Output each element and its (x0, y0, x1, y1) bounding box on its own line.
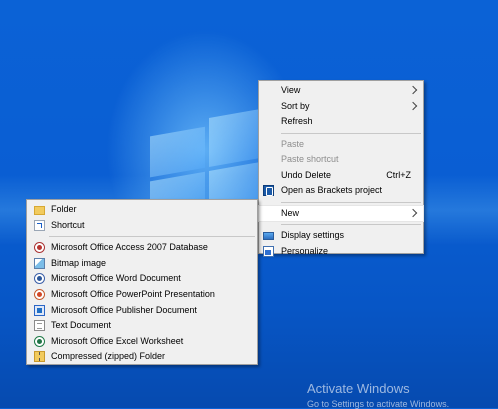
menu-item-label: Undo Delete (281, 169, 332, 180)
menu-item-view[interactable]: View (259, 83, 423, 99)
excel-icon (34, 335, 45, 347)
menu-item-paste[interactable]: Paste (259, 137, 423, 153)
menu-item-label: Sort by (281, 100, 310, 111)
menu-item-personalize[interactable]: Personalize (259, 244, 423, 260)
submenu-item-access-database[interactable]: Microsoft Office Access 2007 Database (27, 240, 257, 256)
activation-watermark: Activate Windows Go to Settings to activ… (307, 381, 449, 409)
brackets-icon (263, 185, 274, 196)
submenu-item-folder[interactable]: Folder (27, 202, 257, 218)
zip-folder-icon (34, 351, 45, 363)
shortcut-icon (34, 219, 45, 231)
submenu-item-label: Microsoft Office Access 2007 Database (51, 242, 208, 253)
menu-item-open-as-brackets-project[interactable]: Open as Brackets project (259, 183, 423, 199)
word-icon (34, 273, 45, 285)
display-settings-icon (263, 232, 274, 240)
menu-item-label: New (281, 207, 300, 218)
menu-item-label: Refresh (281, 116, 313, 126)
powerpoint-icon (34, 288, 45, 300)
submenu-item-bitmap-image[interactable]: Bitmap image (27, 256, 257, 272)
new-submenu: Folder Shortcut Microsoft Office Access … (26, 199, 258, 365)
submenu-item-label: Microsoft Office Word Document (51, 273, 181, 284)
menu-item-label: Personalize (281, 245, 329, 256)
submenu-item-powerpoint-presentation[interactable]: Microsoft Office PowerPoint Presentation (27, 287, 257, 303)
submenu-item-excel-worksheet[interactable]: Microsoft Office Excel Worksheet (27, 334, 257, 350)
menu-separator (281, 201, 421, 203)
submenu-item-label: Text Document (51, 320, 112, 331)
submenu-item-label: Microsoft Office Publisher Document (51, 304, 197, 315)
text-document-icon (34, 320, 45, 332)
menu-item-paste-shortcut[interactable]: Paste shortcut (259, 152, 423, 168)
keyboard-shortcut: Ctrl+Z (386, 169, 411, 180)
submenu-item-label: Folder (51, 204, 77, 214)
submenu-item-label: Bitmap image (51, 257, 107, 268)
menu-separator (281, 224, 421, 225)
menu-item-label: Paste shortcut (281, 154, 339, 164)
submenu-item-label: Compressed (zipped) Folder (51, 351, 166, 362)
menu-separator (281, 132, 421, 134)
folder-icon (34, 206, 45, 215)
menu-item-label: Paste (281, 138, 305, 149)
submenu-item-shortcut[interactable]: Shortcut (27, 218, 257, 234)
menu-item-refresh[interactable]: Refresh (259, 114, 423, 130)
submenu-item-label: Microsoft Office PowerPoint Presentation (51, 288, 215, 299)
submenu-item-word-document[interactable]: Microsoft Office Word Document (27, 271, 257, 287)
submenu-item-compressed-folder[interactable]: Compressed (zipped) Folder (27, 349, 257, 365)
menu-item-label: View (281, 85, 301, 95)
menu-item-label: Display settings (281, 230, 345, 240)
menu-item-undo-delete[interactable]: Undo Delete Ctrl+Z (259, 168, 423, 184)
menu-separator (49, 236, 255, 238)
chevron-right-icon (408, 101, 418, 110)
submenu-item-label: Microsoft Office Excel Worksheet (51, 335, 184, 346)
submenu-item-label: Shortcut (51, 219, 85, 230)
submenu-item-publisher-document[interactable]: Microsoft Office Publisher Document (27, 303, 257, 319)
menu-item-new[interactable]: New (258, 204, 424, 222)
watermark-title: Activate Windows (307, 381, 410, 396)
personalize-icon (263, 245, 274, 257)
publisher-icon (34, 304, 45, 316)
access-icon (34, 242, 45, 254)
menu-item-sort-by[interactable]: Sort by (259, 99, 423, 115)
chevron-right-icon (408, 208, 418, 217)
bitmap-icon (34, 257, 45, 269)
menu-item-label: Open as Brackets project (281, 185, 383, 195)
submenu-item-text-document[interactable]: Text Document (27, 318, 257, 334)
desktop-context-menu: View Sort by Refresh Paste Paste shortcu… (258, 80, 424, 257)
menu-item-display-settings[interactable]: Display settings (259, 228, 423, 244)
chevron-right-icon (408, 85, 418, 95)
